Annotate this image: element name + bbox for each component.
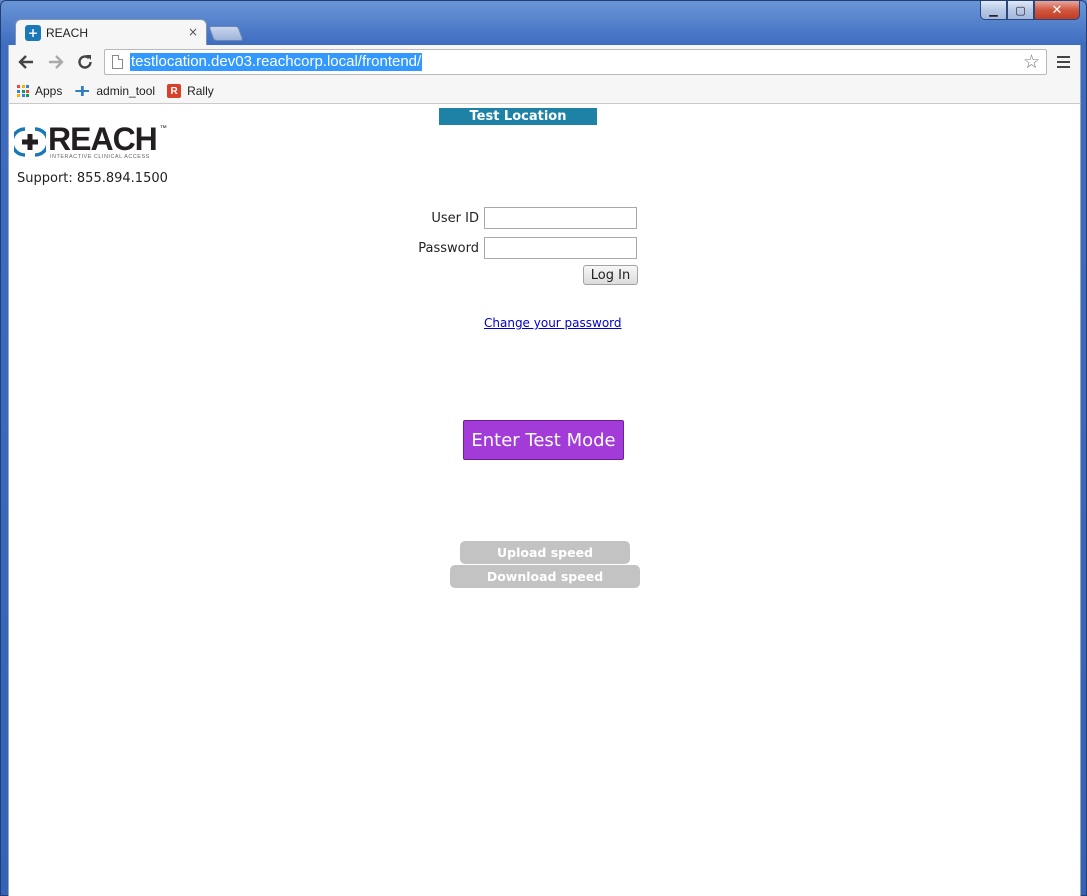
reach-logo: REACH ™ INTERACTIVE CLINICAL ACCESS: [14, 121, 167, 160]
address-bar[interactable]: testlocation.dev03.reachcorp.local/front…: [104, 49, 1047, 75]
reach-plus-logo-icon: [14, 127, 46, 157]
log-in-button[interactable]: Log In: [583, 265, 638, 285]
logo-trademark: ™: [159, 125, 167, 132]
browser-toolbar: testlocation.dev03.reachcorp.local/front…: [8, 45, 1081, 79]
hamburger-menu-icon[interactable]: [1057, 56, 1070, 68]
page-icon: [112, 55, 123, 69]
minimize-icon: ▁: [989, 3, 998, 17]
page-content: Test Location (dev03) REACH ™ INTERACTIV…: [8, 104, 1081, 896]
apps-grid-icon: [17, 85, 29, 97]
window-controls: ▁ ▢ ✕: [980, 1, 1080, 21]
star-icon[interactable]: ☆: [1023, 51, 1040, 73]
user-id-label: User ID: [431, 211, 479, 226]
reload-icon[interactable]: [74, 51, 96, 73]
environment-banner: Test Location (dev03): [439, 108, 597, 141]
tab-title: REACH: [46, 25, 89, 40]
bookmark-admin-tool[interactable]: admin_tool: [74, 84, 155, 98]
tab-close-icon[interactable]: ×: [188, 25, 198, 39]
password-input[interactable]: [484, 237, 637, 259]
browser-window: ▁ ▢ ✕ + REACH × testlocation.dev03.reach…: [0, 0, 1087, 896]
tab-reach[interactable]: + REACH ×: [15, 19, 207, 45]
bookmark-label: Rally: [187, 84, 214, 98]
maximize-button[interactable]: ▢: [1007, 1, 1034, 20]
close-window-button[interactable]: ✕: [1034, 1, 1080, 20]
bookmark-label: admin_tool: [96, 84, 156, 98]
rally-icon: R: [167, 84, 182, 98]
bookmarks-bar: Apps admin_tool R Rally: [8, 79, 1081, 104]
admin-tool-icon: [74, 84, 90, 98]
change-password-link[interactable]: Change your password: [484, 316, 622, 330]
close-icon: ✕: [1051, 2, 1063, 18]
maximize-icon: ▢: [1015, 3, 1026, 17]
back-arrow-icon[interactable]: [15, 51, 37, 73]
bookmark-rally[interactable]: R Rally: [167, 84, 214, 98]
upload-speed-badge: Upload speed 16253Kb/s: [460, 541, 630, 583]
support-phone: Support: 855.894.1500: [17, 171, 168, 186]
new-tab-button[interactable]: [208, 26, 244, 41]
logo-tagline: INTERACTIVE CLINICAL ACCESS: [50, 154, 150, 160]
bookmark-label: Apps: [35, 84, 63, 98]
password-label: Password: [418, 241, 479, 256]
forward-arrow-icon[interactable]: [45, 51, 67, 73]
url-text[interactable]: testlocation.dev03.reachcorp.local/front…: [130, 53, 423, 71]
logo-wordmark: REACH: [48, 121, 158, 157]
enter-test-mode-button[interactable]: Enter Test Mode: [463, 420, 624, 460]
user-id-input[interactable]: [484, 207, 637, 229]
reach-favicon-icon: +: [25, 24, 41, 41]
minimize-button[interactable]: ▁: [980, 1, 1007, 20]
bookmark-apps[interactable]: Apps: [17, 84, 62, 98]
download-speed-badge: Download speed 23272Kb/s: [450, 565, 640, 607]
